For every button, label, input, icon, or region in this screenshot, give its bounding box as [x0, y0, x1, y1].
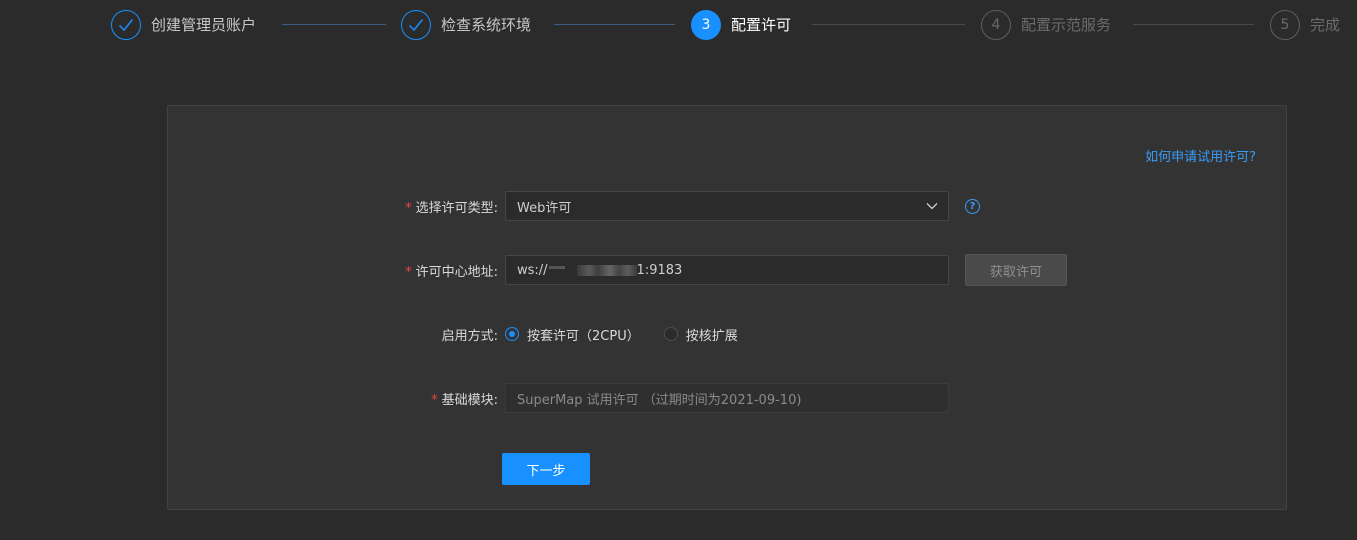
steps-bar: 创建管理员账户 检查系统环境 3 配置许可 4 配置示范服务 5 完成	[0, 0, 1357, 50]
redacted-block	[576, 264, 637, 276]
radio-by-core-label[interactable]: 按核扩展	[686, 325, 738, 344]
activation-label: 启用方式:	[441, 328, 498, 344]
step-number: 5	[1270, 9, 1300, 40]
step-demo-services: 4 配置示范服务	[981, 8, 1111, 41]
license-center-row: * 许可中心地址: ws:// 1:9183 获取许可	[168, 254, 1286, 286]
step-finish: 5 完成	[1270, 8, 1340, 41]
step-label: 创建管理员账户	[151, 16, 257, 34]
activation-radio-group: 按套许可（2CPU） 按核扩展	[505, 325, 738, 344]
license-type-row: * 选择许可类型: Web许可 ?	[168, 190, 1286, 222]
license-type-label: * 选择许可类型:	[405, 200, 498, 216]
step-connector	[554, 24, 675, 25]
license-center-input[interactable]: ws:// 1:9183	[505, 255, 949, 285]
step-number: 3	[691, 9, 721, 40]
apply-trial-license-link[interactable]: 如何申请试用许可?	[1145, 146, 1256, 165]
chevron-down-icon	[926, 203, 938, 210]
step-label: 完成	[1310, 16, 1341, 34]
base-module-label: * 基础模块:	[431, 392, 498, 408]
step-connector	[1133, 24, 1254, 25]
check-icon	[111, 9, 141, 40]
license-type-select[interactable]: Web许可	[505, 191, 949, 221]
address-prefix: ws://	[517, 262, 548, 278]
license-card: 如何申请试用许可? * 选择许可类型: Web许可 ? * 许可中心地址: ws:/…	[167, 105, 1287, 510]
required-marker: *	[431, 392, 438, 408]
next-step-button[interactable]: 下一步	[502, 453, 590, 485]
step-connector	[812, 24, 965, 25]
step-label: 配置许可	[731, 16, 792, 34]
base-module-row: * 基础模块: SuperMap 试用许可 （过期时间为2021-09-10)	[168, 382, 1286, 414]
radio-by-set-label[interactable]: 按套许可（2CPU）	[527, 325, 640, 344]
radio-by-core[interactable]	[663, 327, 678, 341]
question-help-icon[interactable]: ?	[965, 199, 980, 214]
step-connector	[282, 24, 386, 25]
step-create-admin: 创建管理员账户	[111, 8, 256, 41]
license-type-value: Web许可	[517, 200, 572, 216]
get-license-button[interactable]: 获取许可	[965, 254, 1067, 286]
step-label: 配置示范服务	[1021, 16, 1112, 34]
step-check-env: 检查系统环境	[401, 8, 531, 41]
address-suffix: 1:9183	[636, 262, 683, 278]
required-marker: *	[405, 264, 412, 280]
step-label: 检查系统环境	[441, 16, 532, 34]
activation-row: 启用方式: 按套许可（2CPU） 按核扩展	[168, 318, 1286, 350]
base-module-field: SuperMap 试用许可 （过期时间为2021-09-10)	[505, 383, 949, 413]
required-marker: *	[405, 200, 412, 216]
redacted-block	[548, 265, 565, 269]
radio-by-set[interactable]	[505, 327, 519, 341]
license-center-label: * 许可中心地址:	[405, 264, 498, 280]
check-icon	[401, 9, 431, 40]
step-configure-license: 3 配置许可	[691, 8, 791, 41]
step-number: 4	[981, 9, 1011, 40]
